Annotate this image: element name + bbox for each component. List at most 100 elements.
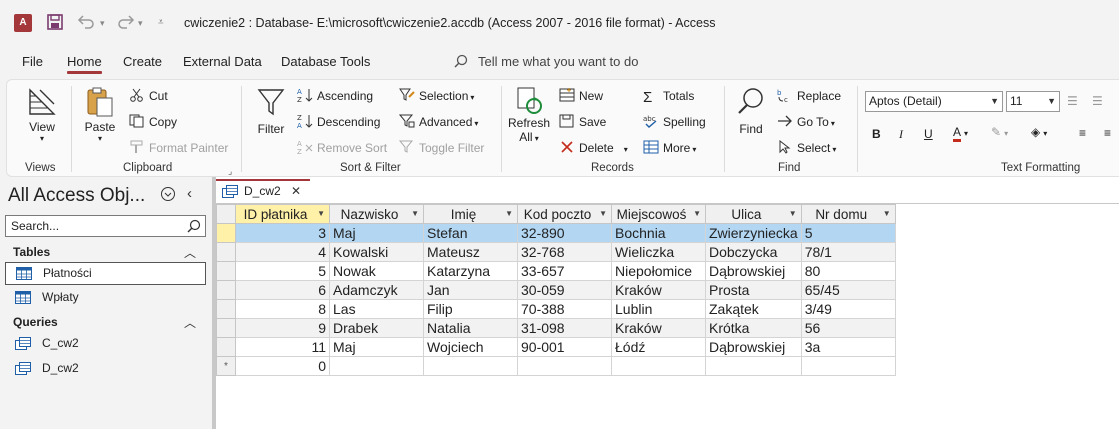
table-cell[interactable]: Kowalski bbox=[329, 242, 424, 262]
numbering-icon[interactable]: ☰ bbox=[1092, 93, 1103, 109]
font-name-select[interactable]: Aptos (Detail) ▼ bbox=[865, 91, 1003, 112]
table-cell[interactable]: 8 bbox=[235, 299, 330, 319]
select-button[interactable]: Select ▾ bbox=[777, 140, 836, 158]
cut-button[interactable]: Cut bbox=[129, 88, 168, 104]
table-cell[interactable]: 90-001 bbox=[517, 337, 612, 357]
table-cell[interactable]: 80 bbox=[800, 261, 896, 281]
table-cell[interactable]: 5 bbox=[235, 261, 330, 281]
toggle-filter-button[interactable]: Toggle Filter bbox=[399, 140, 484, 156]
table-cell[interactable] bbox=[705, 356, 802, 376]
table-cell[interactable]: Drabek bbox=[329, 318, 424, 338]
table-cell[interactable]: 32-768 bbox=[517, 242, 612, 262]
table-cell[interactable]: Zwierzyniecka bbox=[705, 223, 802, 243]
table-cell[interactable]: Jan bbox=[423, 280, 518, 300]
section-queries[interactable]: Queries bbox=[13, 315, 58, 329]
nav-item-d-cw2[interactable]: D_cw2 bbox=[5, 358, 206, 381]
table-row[interactable]: 8 Las Filip 70-388 Lublin Zakątek 3/49 bbox=[216, 299, 896, 319]
tab-external-data[interactable]: External Data bbox=[183, 54, 262, 69]
table-cell[interactable]: 32-890 bbox=[517, 223, 612, 243]
table-row[interactable]: 3 Maj Stefan 32-890 Bochnia Zwierzyniecka 5 bbox=[216, 223, 896, 243]
table-cell[interactable]: 0 bbox=[235, 356, 330, 376]
chevron-down-icon[interactable]: ▼ bbox=[505, 209, 513, 218]
table-cell[interactable]: Dobczycka bbox=[705, 242, 802, 262]
table-cell[interactable]: 3/49 bbox=[800, 299, 896, 319]
table-cell[interactable] bbox=[517, 356, 612, 376]
nav-search-input[interactable]: Search... bbox=[5, 215, 206, 237]
highlight-button[interactable]: ✎ ▾ bbox=[991, 124, 1008, 142]
table-cell[interactable]: Bochnia bbox=[611, 223, 706, 243]
delete-record-button[interactable]: Delete ▾ bbox=[559, 140, 628, 158]
view-button[interactable]: View ▾ bbox=[21, 86, 63, 143]
table-cell[interactable] bbox=[329, 356, 424, 376]
record-selector[interactable] bbox=[216, 223, 236, 243]
new-record-button[interactable]: New bbox=[559, 88, 603, 104]
table-cell[interactable]: 31-098 bbox=[517, 318, 612, 338]
table-row[interactable]: 11 Maj Wojciech 90-001 Łódź Dąbrowskiej 3a bbox=[216, 337, 896, 357]
record-selector[interactable] bbox=[216, 337, 236, 357]
align-center-icon[interactable]: ≡ bbox=[1104, 125, 1111, 141]
table-cell[interactable]: 33-657 bbox=[517, 261, 612, 281]
column-header-nr-domu[interactable]: Nr domu ▼ bbox=[800, 204, 896, 224]
table-cell[interactable]: Lublin bbox=[611, 299, 706, 319]
chevron-up-icon[interactable]: ︿ bbox=[184, 244, 196, 261]
refresh-all-button[interactable]: Refresh All ▾ bbox=[507, 86, 551, 144]
new-record-marker[interactable]: * bbox=[216, 356, 236, 376]
table-cell[interactable]: Las bbox=[329, 299, 424, 319]
column-header-miejscowosc[interactable]: Miejscowoś ▼ bbox=[611, 204, 706, 224]
record-selector[interactable] bbox=[216, 318, 236, 338]
more-button[interactable]: More ▾ bbox=[643, 140, 696, 158]
close-icon[interactable]: ✕ bbox=[291, 181, 301, 202]
table-cell[interactable]: Kraków bbox=[611, 280, 706, 300]
record-selector[interactable] bbox=[216, 299, 236, 319]
table-cell[interactable] bbox=[800, 356, 896, 376]
table-cell[interactable]: Wojciech bbox=[423, 337, 518, 357]
table-cell[interactable]: 11 bbox=[235, 337, 330, 357]
table-cell[interactable]: 6 bbox=[235, 280, 330, 300]
column-header-nazwisko[interactable]: Nazwisko ▼ bbox=[329, 204, 424, 224]
customize-toolbar-icon[interactable]: ⩡ bbox=[158, 13, 164, 33]
table-cell[interactable]: 56 bbox=[800, 318, 896, 338]
column-header-ulica[interactable]: Ulica ▼ bbox=[705, 204, 802, 224]
find-button[interactable]: Find bbox=[733, 86, 769, 136]
font-color-button[interactable]: A ▾ bbox=[953, 124, 968, 142]
table-cell[interactable]: 3a bbox=[800, 337, 896, 357]
copy-button[interactable]: Copy bbox=[129, 114, 177, 130]
table-cell[interactable]: 70-388 bbox=[517, 299, 612, 319]
align-left-icon[interactable]: ≡ bbox=[1079, 125, 1086, 141]
table-row[interactable]: 5 Nowak Katarzyna 33-657 Niepołomice Dąbrowsk… bbox=[216, 261, 896, 281]
spelling-button[interactable]: abc Spelling bbox=[643, 114, 706, 130]
nav-item-platnosci[interactable]: Płatności bbox=[5, 262, 206, 285]
paste-button[interactable]: Paste ▾ bbox=[81, 86, 119, 143]
table-cell[interactable]: Dąbrowskiej bbox=[705, 261, 802, 281]
replace-button[interactable]: b c Replace bbox=[777, 88, 841, 104]
sort-descending-button[interactable]: Z A Descending bbox=[297, 114, 380, 130]
table-row[interactable]: 6 Adamczyk Jan 30-059 Kraków Prosta 65/45 bbox=[216, 280, 896, 300]
table-cell[interactable]: Natalia bbox=[423, 318, 518, 338]
table-cell[interactable]: Wieliczka bbox=[611, 242, 706, 262]
table-cell[interactable]: Prosta bbox=[705, 280, 802, 300]
table-cell[interactable]: Filip bbox=[423, 299, 518, 319]
nav-pane-title[interactable]: All Access Obj... bbox=[8, 185, 145, 207]
record-selector[interactable] bbox=[216, 261, 236, 281]
remove-sort-button[interactable]: A Z Remove Sort bbox=[297, 140, 387, 156]
go-to-button[interactable]: Go To ▾ bbox=[777, 114, 835, 132]
tab-create[interactable]: Create bbox=[123, 54, 162, 69]
table-cell[interactable]: Stefan bbox=[423, 223, 518, 243]
column-header-kod-pocztowy[interactable]: Kod poczto ▼ bbox=[517, 204, 612, 224]
table-cell[interactable]: Maj bbox=[329, 223, 424, 243]
table-cell[interactable] bbox=[423, 356, 518, 376]
section-tables[interactable]: Tables bbox=[13, 245, 50, 259]
undo-icon[interactable] bbox=[76, 13, 98, 33]
table-cell[interactable]: 5 bbox=[800, 223, 896, 243]
chevron-down-icon[interactable]: ▼ bbox=[411, 209, 419, 218]
selection-button[interactable]: Selection ▾ bbox=[399, 88, 474, 106]
record-selector[interactable] bbox=[216, 280, 236, 300]
font-size-select[interactable]: 11 ▼ bbox=[1006, 91, 1060, 112]
column-header-imie[interactable]: Imię ▼ bbox=[423, 204, 518, 224]
chevron-down-icon[interactable]: ▼ bbox=[317, 209, 325, 218]
table-cell[interactable]: Adamczyk bbox=[329, 280, 424, 300]
underline-button[interactable]: U bbox=[924, 126, 933, 142]
table-cell[interactable]: 78/1 bbox=[800, 242, 896, 262]
filter-button[interactable]: Filter bbox=[251, 86, 291, 136]
chevron-down-icon[interactable]: ▼ bbox=[693, 209, 701, 218]
